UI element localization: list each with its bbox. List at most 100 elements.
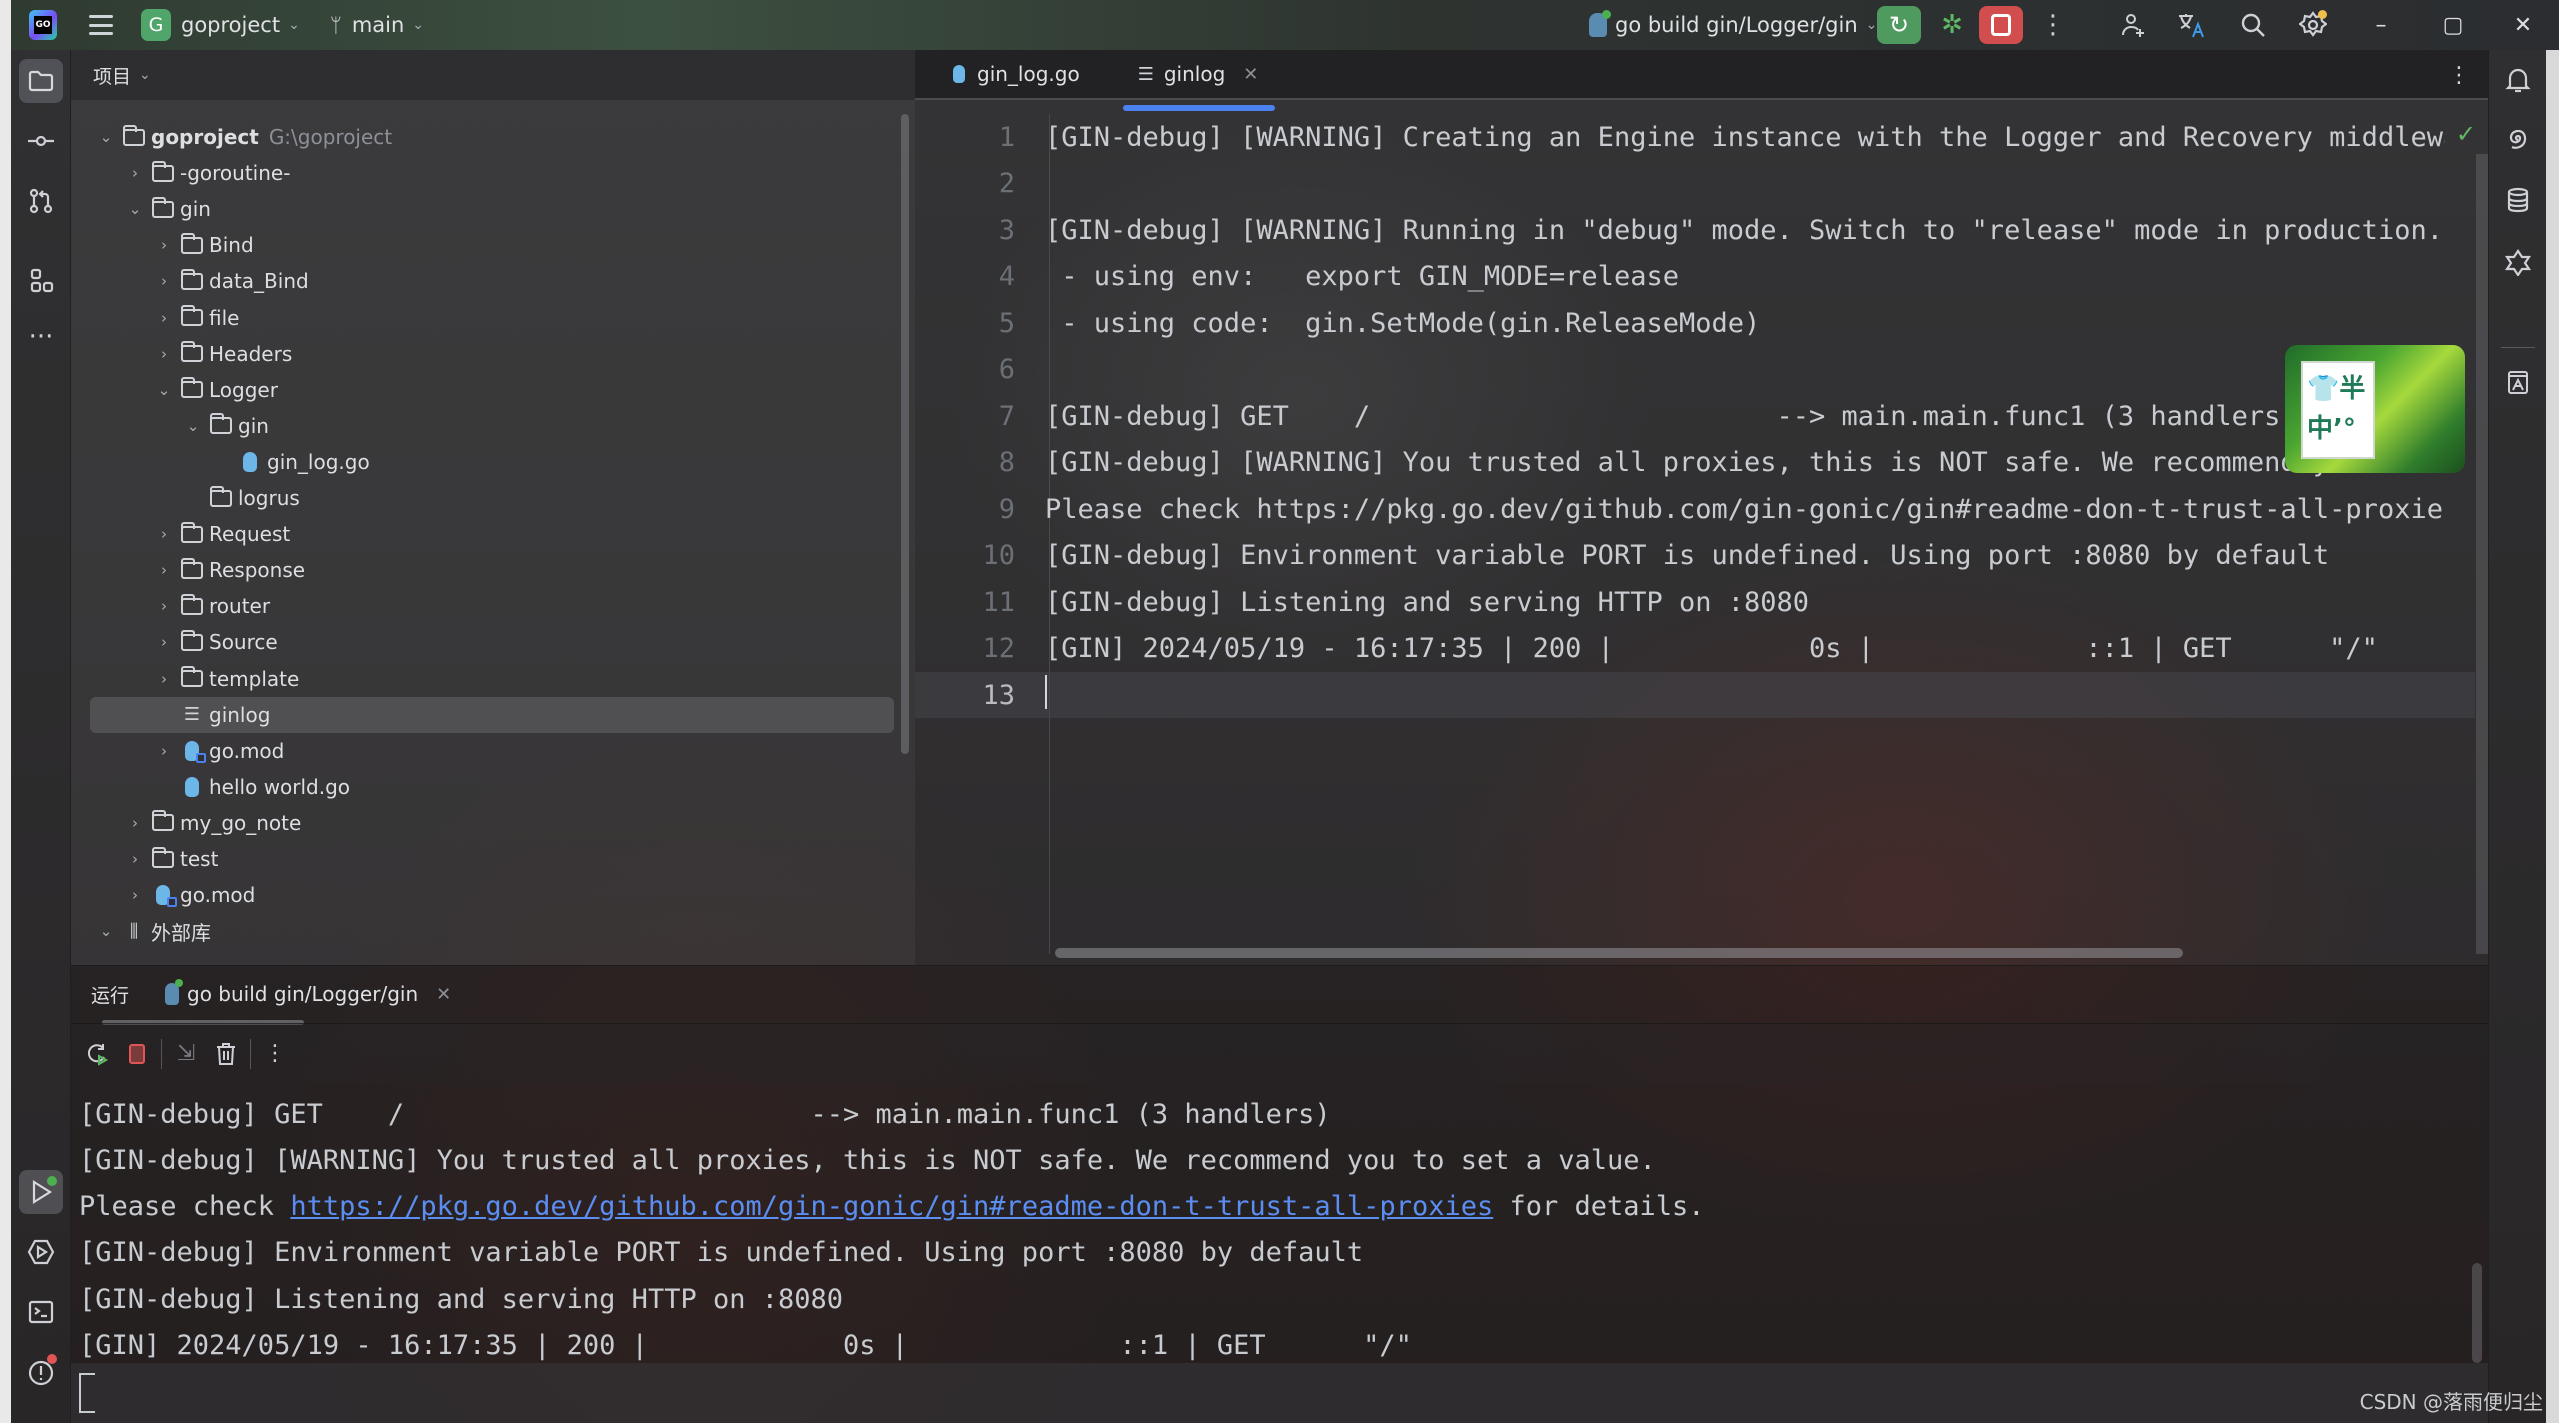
commit-tool-button[interactable] [19,119,63,163]
console-output[interactable]: [GIN-debug] GET / --> main.main.func1 (3… [71,1083,2488,1423]
clear-all-button[interactable] [206,1034,246,1074]
chevron-right-icon[interactable]: › [126,814,144,832]
code-line[interactable]: 9 Please check https://pkg.go.dev/github.… [915,486,2475,532]
chevron-down-icon[interactable]: ⌄ [184,417,202,435]
chevron-right-icon[interactable]: › [126,850,144,868]
problems-tool-button[interactable] [19,1350,63,1394]
code-line[interactable]: 10 [GIN-debug] Environment variable PORT … [915,533,2475,579]
translate-button[interactable] [2171,6,2211,44]
tab-more-button[interactable]: ⋮ [2448,50,2470,100]
chevron-right-icon[interactable]: › [155,597,173,615]
chevron-right-icon[interactable]: › [126,164,144,182]
code-area[interactable]: 1 [GIN-debug] [WARNING] Creating an Engin… [915,114,2488,964]
chevron-right-icon[interactable]: › [155,633,173,651]
tree-item[interactable]: › Response [71,552,901,588]
project-tool-button[interactable] [19,59,63,103]
console-link[interactable]: https://pkg.go.dev/github.com/gin-gonic/… [290,1191,1493,1222]
tree-item[interactable]: ☰ ginlog [90,696,894,733]
code-line[interactable]: 6 [915,347,2475,393]
chevron-right-icon[interactable]: › [126,886,144,904]
close-tab-icon[interactable]: ✕ [436,984,451,1005]
console-scrollbar[interactable] [2472,1263,2482,1363]
run-tool-button[interactable] [19,1170,63,1214]
chevron-right-icon[interactable]: › [155,309,173,327]
chevron-right-icon[interactable]: › [155,345,173,363]
tree-item[interactable]: hello world.go [71,769,901,805]
services-tool-button[interactable] [19,1230,63,1274]
tree-item[interactable]: ⌄ Logger [71,372,901,408]
more-actions-button[interactable]: ⋮ [2033,6,2073,44]
run-config-selector[interactable]: go build gin/Logger/gin ⌄ [1589,0,1877,50]
chevron-down-icon[interactable]: ⌄ [97,922,115,940]
code-line[interactable]: 13 [915,672,2475,718]
search-button[interactable] [2233,6,2273,44]
tree-item[interactable]: ⌄ gin [71,408,901,444]
code-line[interactable]: 3 [GIN-debug] [WARNING] Running in "debug… [915,207,2475,253]
tree-item[interactable]: › go.mod [71,877,901,913]
tree-item[interactable]: ⌄ ⫼ 外部库 [71,913,901,949]
plugin-button[interactable] [2496,240,2540,284]
tree-item[interactable]: › Headers [71,336,901,372]
chevron-right-icon[interactable]: › [155,561,173,579]
chevron-right-icon[interactable]: › [155,525,173,543]
ime-status-widget[interactable]: 👕半 中ʼ° [2285,345,2465,473]
tree-item[interactable]: › data_Bind [71,263,901,299]
close-tab-icon[interactable]: ✕ [1243,64,1258,85]
rerun-button[interactable]: ↻ [1877,6,1921,44]
close-window-button[interactable]: ✕ [2493,0,2553,50]
dictionary-button[interactable] [2496,360,2540,404]
structure-tool-button[interactable] [19,259,63,303]
chevron-right-icon[interactable]: › [155,236,173,254]
chevron-right-icon[interactable]: › [155,272,173,290]
tree-item[interactable]: › go.mod [71,733,901,769]
chevron-down-icon[interactable]: ⌄ [97,128,115,146]
tree-item[interactable]: › router [71,588,901,624]
tab-ginlog[interactable]: ☰ ginlog ✕ [1124,49,1273,99]
chevron-right-icon[interactable]: › [155,742,173,760]
run-tab[interactable]: go build gin/Logger/gin ✕ [165,979,451,1006]
tree-item[interactable]: gin_log.go [71,444,901,480]
tree-item[interactable]: › my_go_note [71,805,901,841]
editor-horizontal-scrollbar[interactable] [1055,948,2183,958]
tree-item[interactable]: › Source [71,624,901,660]
stop-button[interactable] [1979,6,2023,44]
scroll-to-end-button[interactable]: ⇲ [166,1034,206,1074]
tree-item[interactable]: logrus [71,480,901,516]
stop-button[interactable] [117,1034,157,1074]
tree-item[interactable]: › -goroutine- [71,155,901,191]
main-menu-icon[interactable] [89,15,113,35]
terminal-tool-button[interactable] [19,1290,63,1334]
project-scrollbar[interactable] [901,114,909,754]
console-input-line[interactable] [71,1363,2488,1423]
more-tools-button[interactable]: ··· [19,315,63,359]
chevron-right-icon[interactable]: › [155,670,173,688]
chevron-down-icon[interactable]: ⌄ [155,381,173,399]
branch-selector[interactable]: ᛘ main ⌄ [300,0,424,50]
code-line[interactable]: 5 - using code: gin.SetMode(gin.ReleaseM… [915,300,2475,346]
no-problems-check-icon[interactable]: ✓ [2456,120,2476,148]
ai-assistant-button[interactable] [2496,118,2540,162]
code-line[interactable]: 2 [915,161,2475,207]
project-view-selector[interactable]: 项目 ⌄ [71,50,915,100]
tab-gin-log-go[interactable]: gin_log.go [939,49,1094,99]
tree-item[interactable]: › Request [71,516,901,552]
code-line[interactable]: 8 [GIN-debug] [WARNING] You trusted all p… [915,440,2475,486]
chevron-down-icon[interactable]: ⌄ [126,200,144,218]
pull-requests-tool-button[interactable] [19,179,63,223]
tree-item[interactable]: › file [71,300,901,336]
code-line[interactable]: 1 [GIN-debug] [WARNING] Creating an Engin… [915,114,2475,160]
settings-button[interactable] [2293,6,2333,44]
tree-item[interactable]: › Bind [71,227,901,263]
database-button[interactable] [2496,178,2540,222]
code-line[interactable]: 4 - using env: export GIN_MODE=release [915,254,2475,300]
code-line[interactable]: 7 [GIN-debug] GET / --> main.main.func1 (… [915,393,2475,439]
editor-vertical-scrollbar[interactable] [2476,154,2488,954]
tree-item[interactable]: › template [71,661,901,697]
tree-item[interactable]: ⌄ gin [71,191,901,227]
debug-button[interactable]: ✲ [1934,6,1970,44]
notifications-button[interactable] [2496,58,2540,102]
project-selector[interactable]: G goproject ⌄ [113,0,300,50]
maximize-button[interactable]: ▢ [2423,0,2483,50]
code-line[interactable]: 12 [GIN] 2024/05/19 - 16:17:35 | 200 | 0s… [915,626,2475,672]
code-with-me-button[interactable] [2113,6,2153,44]
